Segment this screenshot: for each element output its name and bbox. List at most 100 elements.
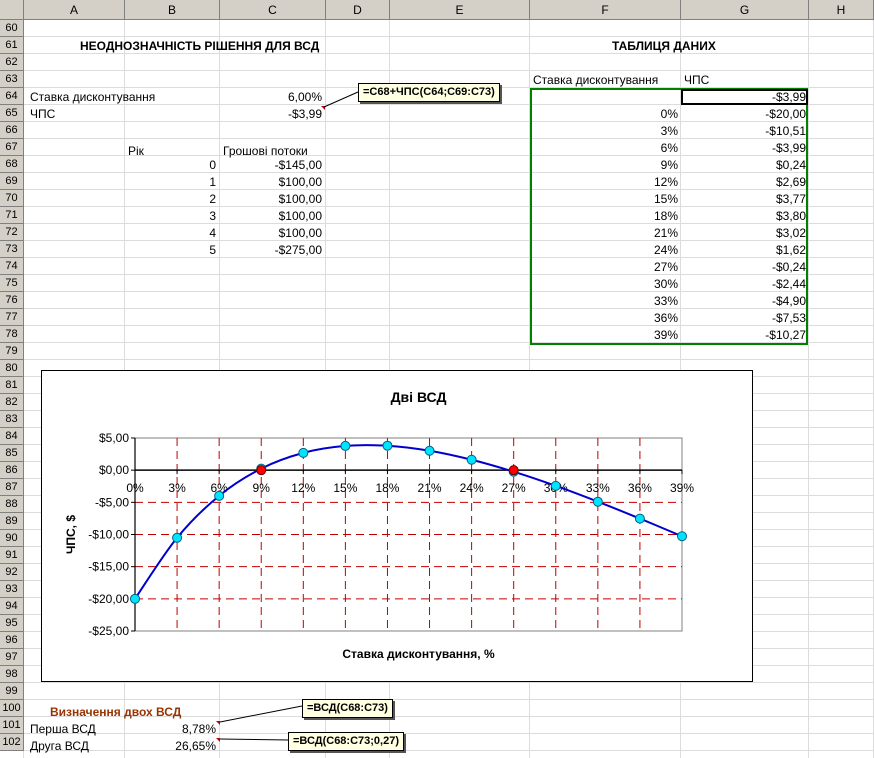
row-header[interactable]: 66: [0, 122, 24, 139]
table-npv-cell[interactable]: -$4,90: [684, 293, 806, 309]
row-header[interactable]: 82: [0, 394, 24, 411]
table-rate-cell[interactable]: 24%: [534, 242, 678, 258]
row-header[interactable]: 97: [0, 649, 24, 666]
row-header[interactable]: 74: [0, 258, 24, 275]
table-npv-cell[interactable]: $1,62: [684, 242, 806, 258]
row-header[interactable]: 102: [0, 734, 24, 751]
table-top-value[interactable]: -$3,99: [684, 89, 806, 105]
table-npv-cell[interactable]: -$2,44: [684, 276, 806, 292]
row-header[interactable]: 61: [0, 37, 24, 54]
row-header[interactable]: 63: [0, 71, 24, 88]
year-cell[interactable]: 2: [130, 191, 216, 207]
column-header-f[interactable]: F: [530, 0, 681, 20]
row-header[interactable]: 78: [0, 326, 24, 343]
row-header[interactable]: 84: [0, 428, 24, 445]
table-npv-cell[interactable]: $3,80: [684, 208, 806, 224]
row-header[interactable]: 69: [0, 173, 24, 190]
column-header-e[interactable]: E: [390, 0, 530, 20]
row-header[interactable]: 93: [0, 581, 24, 598]
table-npv-cell[interactable]: $3,77: [684, 191, 806, 207]
row-header[interactable]: 77: [0, 309, 24, 326]
column-header-d[interactable]: D: [326, 0, 390, 20]
year-cell[interactable]: 5: [130, 242, 216, 258]
table-rate-cell[interactable]: 27%: [534, 259, 678, 275]
table-rate-cell[interactable]: 6%: [534, 140, 678, 156]
year-cell[interactable]: 4: [130, 225, 216, 241]
cash-flow-cell[interactable]: $100,00: [226, 225, 322, 241]
column-header-b[interactable]: B: [125, 0, 220, 20]
table-rate-cell[interactable]: 9%: [534, 157, 678, 173]
table-rate-cell[interactable]: 39%: [534, 327, 678, 343]
cash-flow-cell[interactable]: $100,00: [226, 191, 322, 207]
row-header[interactable]: 76: [0, 292, 24, 309]
row-header[interactable]: 71: [0, 207, 24, 224]
row-header[interactable]: 67: [0, 139, 24, 156]
column-header-g[interactable]: G: [681, 0, 809, 20]
cash-flow-cell[interactable]: -$275,00: [226, 242, 322, 258]
table-rate-cell[interactable]: 3%: [534, 123, 678, 139]
row-header[interactable]: 99: [0, 683, 24, 700]
row-header[interactable]: 90: [0, 530, 24, 547]
year-cell[interactable]: 3: [130, 208, 216, 224]
row-header[interactable]: 95: [0, 615, 24, 632]
cash-flow-cell[interactable]: $100,00: [226, 208, 322, 224]
row-header[interactable]: 100: [0, 700, 24, 717]
table-npv-cell[interactable]: $3,02: [684, 225, 806, 241]
cash-flow-cell[interactable]: $100,00: [226, 174, 322, 190]
row-header[interactable]: 91: [0, 547, 24, 564]
row-header[interactable]: 85: [0, 445, 24, 462]
column-header-h[interactable]: H: [809, 0, 874, 20]
row-header[interactable]: 88: [0, 496, 24, 513]
row-header[interactable]: 98: [0, 666, 24, 683]
first-irr-value[interactable]: 8,78%: [130, 721, 216, 737]
table-rate-cell[interactable]: 21%: [534, 225, 678, 241]
table-rate-cell[interactable]: 18%: [534, 208, 678, 224]
year-cell[interactable]: 1: [130, 174, 216, 190]
row-header[interactable]: 75: [0, 275, 24, 292]
table-rate-cell[interactable]: 30%: [534, 276, 678, 292]
table-rate-cell[interactable]: 12%: [534, 174, 678, 190]
table-rate-cell[interactable]: 15%: [534, 191, 678, 207]
row-header[interactable]: 81: [0, 377, 24, 394]
grid-row-line: [24, 70, 874, 71]
column-header-a[interactable]: A: [24, 0, 125, 20]
row-header[interactable]: 68: [0, 156, 24, 173]
row-header[interactable]: 80: [0, 360, 24, 377]
row-header[interactable]: 73: [0, 241, 24, 258]
table-npv-cell[interactable]: -$20,00: [684, 106, 806, 122]
row-header[interactable]: 87: [0, 479, 24, 496]
row-header[interactable]: 60: [0, 20, 24, 37]
table-npv-cell[interactable]: -$0,24: [684, 259, 806, 275]
second-irr-value[interactable]: 26,65%: [130, 738, 216, 754]
table-npv-cell[interactable]: -$3,99: [684, 140, 806, 156]
column-header-c[interactable]: C: [220, 0, 326, 20]
row-header[interactable]: 64: [0, 88, 24, 105]
corner-cell[interactable]: [0, 0, 24, 20]
table-npv-cell[interactable]: $2,69: [684, 174, 806, 190]
row-header[interactable]: 72: [0, 224, 24, 241]
row-header[interactable]: 62: [0, 54, 24, 71]
year-cell[interactable]: 0: [130, 157, 216, 173]
table-npv-cell[interactable]: $0,24: [684, 157, 806, 173]
row-header[interactable]: 89: [0, 513, 24, 530]
table-rate-cell[interactable]: 0%: [534, 106, 678, 122]
table-rate-cell[interactable]: 36%: [534, 310, 678, 326]
row-header[interactable]: 94: [0, 598, 24, 615]
row-header[interactable]: 83: [0, 411, 24, 428]
row-header[interactable]: 96: [0, 632, 24, 649]
chart-area[interactable]: Дві ВСД $5,00 $0,00 -$5,00 -$10,00 -$15,00 -$2…: [41, 370, 753, 682]
table-npv-cell[interactable]: -$10,51: [684, 123, 806, 139]
y-tick-label: -$5,00: [95, 495, 129, 509]
row-header[interactable]: 70: [0, 190, 24, 207]
rate-value[interactable]: 6,00%: [226, 89, 322, 105]
npv-value[interactable]: -$3,99: [226, 106, 322, 122]
row-header[interactable]: 65: [0, 105, 24, 122]
row-header[interactable]: 86: [0, 462, 24, 479]
cash-flow-cell[interactable]: -$145,00: [226, 157, 322, 173]
row-header[interactable]: 101: [0, 717, 24, 734]
table-npv-cell[interactable]: -$10,27: [684, 327, 806, 343]
row-header[interactable]: 92: [0, 564, 24, 581]
table-npv-cell[interactable]: -$7,53: [684, 310, 806, 326]
row-header[interactable]: 79: [0, 343, 24, 360]
table-rate-cell[interactable]: 33%: [534, 293, 678, 309]
